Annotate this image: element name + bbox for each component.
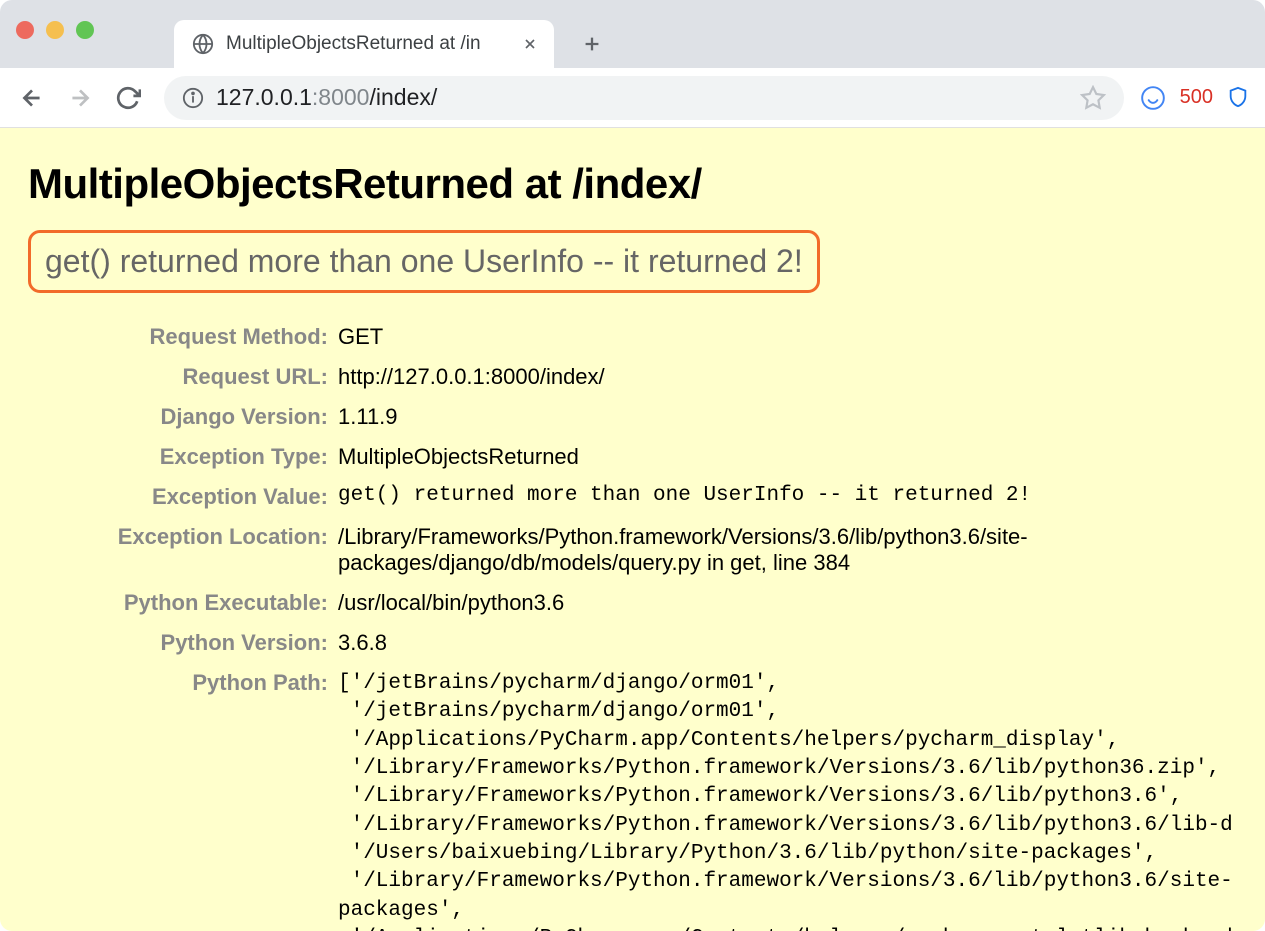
shield-icon[interactable]: [1227, 86, 1249, 110]
reload-button[interactable]: [108, 78, 148, 118]
window-minimize-button[interactable]: [46, 21, 64, 39]
browser-tab[interactable]: MultipleObjectsReturned at /in: [174, 20, 554, 68]
table-row: Exception Type: MultipleObjectsReturned: [28, 437, 1237, 477]
browser-toolbar: 127.0.0.1:8000/index/ 500: [0, 68, 1265, 128]
tab-close-button[interactable]: [520, 34, 540, 54]
python-path-label: Python Path:: [28, 663, 338, 931]
table-row: Exception Location: /Library/Frameworks/…: [28, 517, 1237, 583]
error-details-table: Request Method: GET Request URL: http://…: [28, 317, 1237, 931]
table-row: Request Method: GET: [28, 317, 1237, 357]
bookmark-star-icon[interactable]: [1080, 85, 1106, 111]
tab-bar: MultipleObjectsReturned at /in: [0, 0, 1265, 68]
extensions-area: 500: [1140, 85, 1253, 111]
table-row: Python Executable: /usr/local/bin/python…: [28, 583, 1237, 623]
python-path-value: ['/jetBrains/pycharm/django/orm01', '/je…: [338, 663, 1237, 931]
django-error-page: MultipleObjectsReturned at /index/ get()…: [0, 128, 1265, 931]
window-maximize-button[interactable]: [76, 21, 94, 39]
exception-type-label: Exception Type:: [28, 437, 338, 477]
error-title: MultipleObjectsReturned at /index/: [28, 160, 1237, 208]
request-url-label: Request URL:: [28, 357, 338, 397]
python-executable-label: Python Executable:: [28, 583, 338, 623]
table-row: Python Version: 3.6.8: [28, 623, 1237, 663]
url-text: 127.0.0.1:8000/index/: [216, 84, 437, 111]
python-executable-value: /usr/local/bin/python3.6: [338, 583, 1237, 623]
exception-type-value: MultipleObjectsReturned: [338, 437, 1237, 477]
request-method-value: GET: [338, 317, 1237, 357]
django-version-value: 1.11.9: [338, 397, 1237, 437]
table-row: Django Version: 1.11.9: [28, 397, 1237, 437]
request-method-label: Request Method:: [28, 317, 338, 357]
exception-value-label: Exception Value:: [28, 477, 338, 517]
exception-location-label: Exception Location:: [28, 517, 338, 583]
new-tab-button[interactable]: [572, 24, 612, 64]
status-badge: 500: [1180, 86, 1213, 109]
globe-icon: [192, 33, 214, 55]
python-version-label: Python Version:: [28, 623, 338, 663]
python-version-value: 3.6.8: [338, 623, 1237, 663]
window-controls: [16, 21, 94, 39]
site-info-icon[interactable]: [182, 87, 204, 109]
address-bar[interactable]: 127.0.0.1:8000/index/: [164, 76, 1124, 120]
table-row: Request URL: http://127.0.0.1:8000/index…: [28, 357, 1237, 397]
error-message: get() returned more than one UserInfo --…: [28, 230, 820, 293]
back-button[interactable]: [12, 78, 52, 118]
exception-location-value: /Library/Frameworks/Python.framework/Ver…: [338, 517, 1237, 583]
exception-value-value: get() returned more than one UserInfo --…: [338, 477, 1237, 517]
browser-window: MultipleObjectsReturned at /in: [0, 0, 1265, 931]
extension-icon[interactable]: [1140, 85, 1166, 111]
forward-button[interactable]: [60, 78, 100, 118]
table-row: Python Path: ['/jetBrains/pycharm/django…: [28, 663, 1237, 931]
window-close-button[interactable]: [16, 21, 34, 39]
table-row: Exception Value: get() returned more tha…: [28, 477, 1237, 517]
django-version-label: Django Version:: [28, 397, 338, 437]
request-url-value: http://127.0.0.1:8000/index/: [338, 357, 1237, 397]
tab-title: MultipleObjectsReturned at /in: [226, 33, 481, 55]
